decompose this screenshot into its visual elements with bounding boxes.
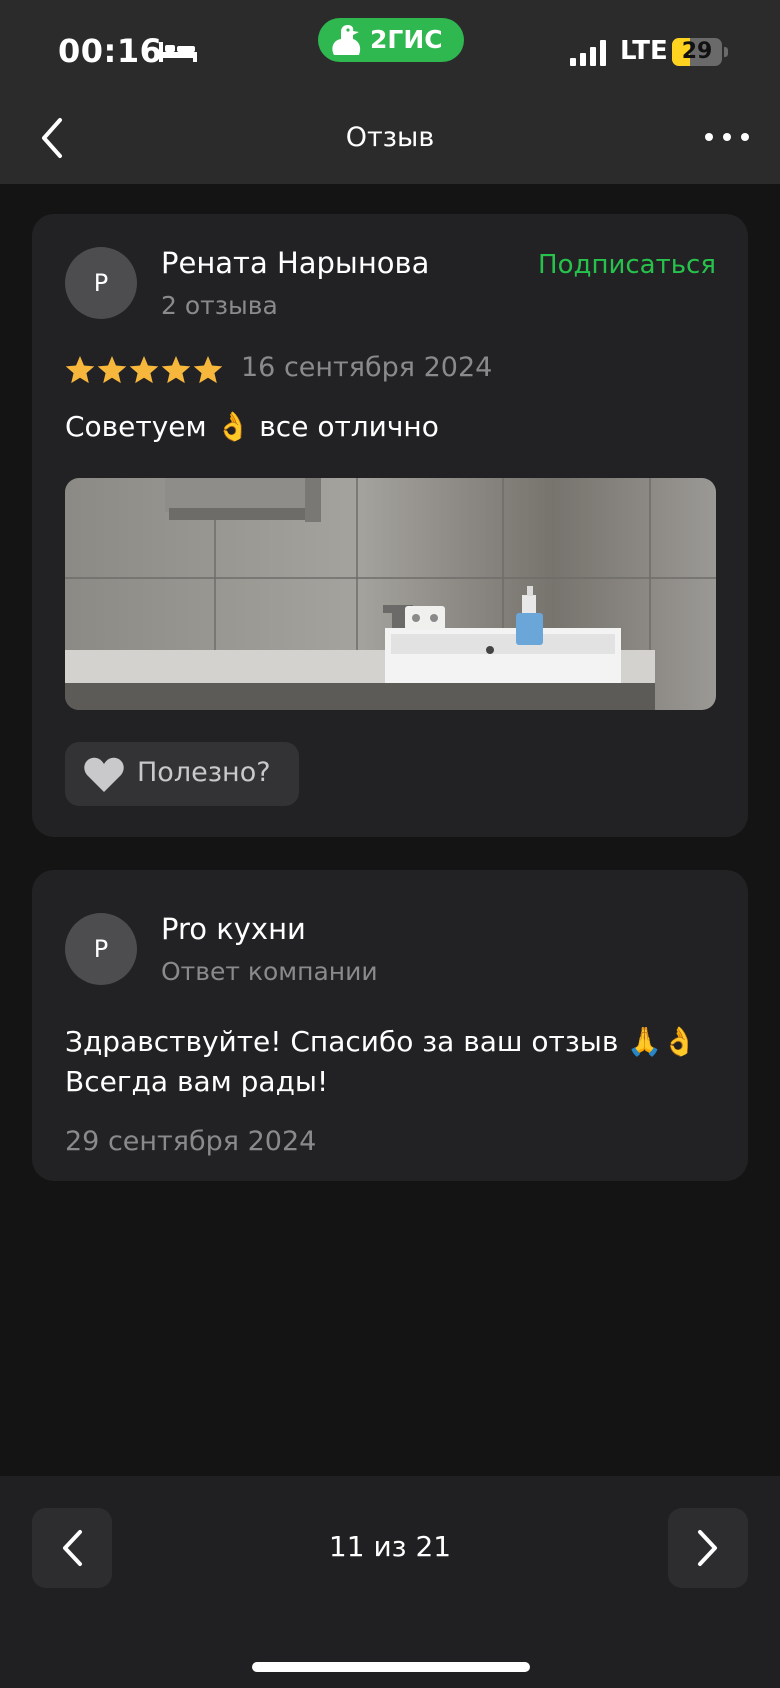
useful-label: Полезно? [137,757,271,788]
star-icon [97,356,127,384]
review-author-count: 2 отзыва [161,291,278,320]
bottom-pager-bar: 11 из 21 [0,1476,780,1688]
heart-icon [84,757,124,792]
company-avatar[interactable]: Р [65,913,137,985]
review-author-name[interactable]: Рената Нарынова [161,246,429,280]
review-photo[interactable] [65,478,716,710]
page-title: Отзыв [345,122,435,153]
duck-logo-icon [332,25,361,55]
app-brand-badge[interactable]: 2ГИС [318,18,464,62]
bed-icon [159,42,197,62]
network-type: LTE [620,36,668,66]
pager-counter: 11 из 21 [328,1530,452,1563]
next-review-button[interactable] [668,1508,748,1588]
subscribe-button[interactable]: Подписаться [538,250,716,280]
brand-text: 2ГИС [370,25,443,54]
battery-cap [724,47,728,57]
top-bar: 00:16 2ГИС LTE 29 Отзыв [0,0,780,184]
company-name[interactable]: Pro кухни [161,912,306,946]
chevron-right-icon [698,1530,717,1566]
star-icon [161,356,191,384]
more-dots-icon[interactable] [704,128,750,146]
useful-button[interactable]: Полезно? [65,742,299,806]
battery-percent: 29 [681,39,713,64]
battery-indicator: 29 [672,38,722,66]
cellular-signal-icon [570,40,606,66]
company-reply-label: Ответ компании [161,957,378,986]
avatar[interactable]: Р [65,247,137,319]
bathroom-photo [65,478,716,710]
star-icon [193,356,223,384]
rating-stars [65,356,223,384]
star-icon [65,356,95,384]
reply-text: Здравствуйте! Спасибо за ваш отзыв 🙏👌 Вс… [65,1025,697,1098]
review-text: Советуем 👌 все отлично [65,410,439,443]
status-time: 00:16 [58,32,163,70]
review-date: 16 сентября 2024 [241,352,493,383]
reply-date: 29 сентября 2024 [65,1126,317,1157]
home-indicator [252,1662,530,1672]
star-icon [129,356,159,384]
company-reply-card: Р Pro кухни Ответ компании Здравствуйте!… [32,870,748,1181]
review-card: Р Рената Нарынова 2 отзыва Подписаться 1… [32,214,748,837]
